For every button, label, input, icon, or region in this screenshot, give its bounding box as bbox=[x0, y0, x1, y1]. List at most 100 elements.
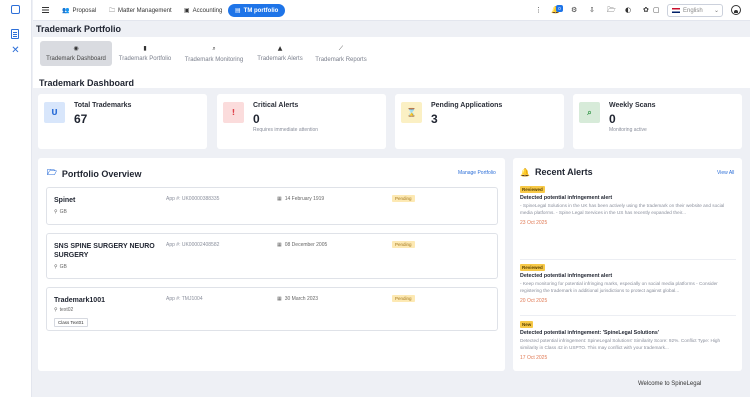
stat-value: 0 bbox=[609, 112, 616, 126]
ledger-icon: ▣ bbox=[184, 7, 190, 14]
subtab-bar: ◉ Trademark Dashboard ▮ Trademark Portfo… bbox=[33, 37, 750, 88]
folder-open-icon[interactable]: 🗁 bbox=[607, 4, 616, 17]
uk-flag-icon bbox=[672, 8, 680, 13]
status-badge: Pending bbox=[392, 241, 415, 248]
folder-icon: 🗀 bbox=[109, 6, 116, 14]
tab-trademark-alerts[interactable]: ▲ Trademark Alerts bbox=[253, 41, 307, 66]
palette-icon[interactable]: ✿ bbox=[643, 4, 649, 17]
stat-weekly-scans: ⌕ Weekly Scans 0 Monitoring active bbox=[573, 94, 742, 149]
page-title: Trademark Portfolio bbox=[36, 24, 122, 34]
bell-icon: 🔔 bbox=[520, 167, 530, 177]
menu-icon[interactable] bbox=[42, 7, 49, 8]
chart-line-icon: ⟋ bbox=[338, 44, 344, 52]
calendar-icon: ▦ bbox=[277, 196, 282, 202]
hourglass-icon: ⌛ bbox=[401, 102, 422, 123]
location-pin-icon: ⚲ bbox=[54, 264, 58, 270]
file-icon: ▮ bbox=[143, 45, 147, 52]
tools-icon[interactable]: ✕ bbox=[10, 45, 21, 56]
location-pin-icon: ⚲ bbox=[54, 307, 58, 313]
nav-proposal[interactable]: 👥 Proposal bbox=[62, 4, 96, 17]
calendar-icon: ▦ bbox=[277, 242, 282, 248]
status-badge: Pending bbox=[392, 295, 415, 302]
trademark-name: Trademark1001 bbox=[54, 297, 105, 304]
portfolio-item[interactable]: Trademark1001 ⚲ text02 Class Text01 App … bbox=[46, 287, 498, 331]
avatar[interactable] bbox=[731, 5, 741, 15]
manage-portfolio-link[interactable]: Manage Portfolio bbox=[458, 170, 496, 176]
alert-description: - Keep monitoring for potential infringi… bbox=[520, 281, 718, 293]
alert-date: 20 Oct 2025 bbox=[520, 298, 548, 304]
contrast-icon[interactable]: ◐ bbox=[625, 4, 631, 17]
main-content: Trademark Portfolio ◉ Trademark Dashboar… bbox=[33, 21, 750, 397]
search-icon: ⌕ bbox=[579, 102, 600, 123]
tab-trademark-dashboard[interactable]: ◉ Trademark Dashboard bbox=[40, 41, 112, 66]
stat-value: 67 bbox=[74, 112, 88, 126]
search-icon: ⌕ bbox=[212, 44, 216, 52]
class-tag: Class Text01 bbox=[54, 318, 88, 327]
screen-capture-icon[interactable]: ▢ bbox=[653, 4, 660, 17]
application-number: App #: TMJ1004 bbox=[166, 296, 203, 302]
document-icon[interactable] bbox=[11, 29, 19, 39]
nav-tm-portfolio[interactable]: ▤ TM portfolio bbox=[228, 4, 286, 17]
alert-description: - SpineLegal Solutions in the UK has bee… bbox=[520, 203, 725, 215]
alert-date: 17 Oct 2025 bbox=[520, 355, 548, 361]
nav-matter-management[interactable]: 🗀 Matter Management bbox=[109, 4, 172, 17]
trademark-location: ⚲ GB bbox=[54, 264, 67, 270]
chevron-down-icon: ⌄ bbox=[713, 7, 719, 14]
stat-value: 3 bbox=[431, 112, 438, 126]
view-all-link[interactable]: View All bbox=[717, 170, 734, 176]
language-select[interactable]: English ⌄ bbox=[667, 4, 723, 17]
app-logo-icon bbox=[11, 5, 20, 14]
alert-item[interactable]: Reviewed Detected potential infringement… bbox=[520, 264, 736, 304]
alert-triangle-icon: ! bbox=[223, 102, 244, 123]
tab-trademark-portfolio[interactable]: ▮ Trademark Portfolio bbox=[115, 41, 175, 66]
trademark-date: ▦ 30 March 2023 bbox=[277, 296, 319, 302]
left-rail: ✕ bbox=[0, 0, 32, 397]
trademark-date: ▦ 14 February 1919 bbox=[277, 196, 325, 202]
alert-item[interactable]: Reviewed Detected potential infringement… bbox=[520, 186, 736, 226]
top-bar: 👥 Proposal 🗀 Matter Management ▣ Account… bbox=[33, 0, 750, 21]
stat-pending-applications: ⌛ Pending Applications 3 bbox=[395, 94, 564, 149]
dashboard-title: Trademark Dashboard bbox=[39, 78, 135, 88]
alert-item[interactable]: New Detected potential infringement: 'Sp… bbox=[520, 321, 736, 361]
status-badge: Pending bbox=[392, 195, 415, 202]
tab-trademark-monitoring[interactable]: ⌕ Trademark Monitoring bbox=[180, 41, 248, 66]
tab-trademark-reports[interactable]: ⟋ Trademark Reports bbox=[312, 41, 370, 66]
alert-title: Detected potential infringement alert bbox=[520, 273, 613, 279]
settings-icon[interactable]: ⚙ bbox=[571, 4, 577, 17]
trademark-name: SNS SPINE SURGERY NEURO SURGERY bbox=[54, 243, 155, 259]
shield-icon: U bbox=[44, 102, 65, 123]
footer-welcome: Welcome to SpineLegal bbox=[638, 381, 702, 387]
divider bbox=[520, 315, 736, 316]
nav-accounting[interactable]: ▣ Accounting bbox=[184, 4, 222, 17]
warning-icon: ▲ bbox=[277, 45, 283, 52]
trademark-name: Spinet bbox=[54, 197, 76, 204]
recent-alerts-title: 🔔 Recent Alerts bbox=[520, 167, 593, 177]
application-number: App #: UK00002408582 bbox=[166, 242, 220, 248]
folder-open-icon: 🗁 bbox=[47, 168, 57, 177]
portfolio-overview-title: 🗁 Portfolio Overview bbox=[47, 168, 142, 179]
trademark-location: ⚲ text02 bbox=[54, 307, 74, 313]
stat-critical-alerts: ! Critical Alerts 0 Requires immediate a… bbox=[217, 94, 386, 149]
alert-badge: Reviewed bbox=[520, 264, 545, 271]
alert-title: Detected potential infringement: 'SpineL… bbox=[520, 330, 660, 336]
alert-description: Detected potential infringement: SpineLe… bbox=[520, 338, 721, 350]
stat-value: 0 bbox=[253, 112, 260, 126]
portfolio-overview-card: 🗁 Portfolio Overview Manage Portfolio Sp… bbox=[38, 158, 505, 371]
divider bbox=[520, 259, 736, 260]
portfolio-item[interactable]: Spinet ⚲ GB App #: UK00000388335 ▦ 14 Fe… bbox=[46, 187, 498, 225]
more-vertical-icon[interactable]: ⋮ bbox=[535, 4, 542, 17]
recent-alerts-card: 🔔 Recent Alerts View All Reviewed Detect… bbox=[513, 158, 742, 371]
location-pin-icon: ⚲ bbox=[54, 209, 58, 215]
trademark-location: ⚲ GB bbox=[54, 209, 67, 215]
alert-title: Detected potential infringement alert bbox=[520, 195, 613, 201]
stat-total-trademarks: U Total Trademarks 67 bbox=[38, 94, 207, 149]
alert-badge: New bbox=[520, 321, 534, 328]
alert-date: 23 Oct 2025 bbox=[520, 220, 548, 226]
trademark-date: ▦ 08 December 2005 bbox=[277, 242, 328, 248]
application-number: App #: UK00000388335 bbox=[166, 196, 220, 202]
gauge-icon: ◉ bbox=[73, 45, 79, 52]
portfolio-item[interactable]: SNS SPINE SURGERY NEURO SURGERY ⚲ GB App… bbox=[46, 233, 498, 279]
notification-badge: 0 bbox=[556, 5, 563, 12]
download-icon[interactable]: ⇩ bbox=[589, 4, 595, 17]
tm-icon: ▤ bbox=[235, 7, 241, 14]
